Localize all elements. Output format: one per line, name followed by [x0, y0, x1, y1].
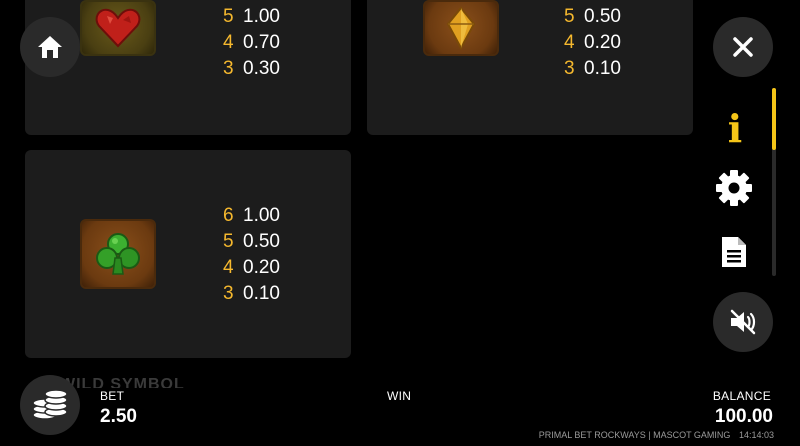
- ruby-heart-icon: [80, 0, 156, 56]
- scrollbar[interactable]: [772, 88, 776, 276]
- symbol-count: 3: [564, 58, 575, 79]
- paytable-values: 5 0.50 4 0.20 3 0.10: [564, 4, 621, 82]
- symbol-count: 5: [223, 6, 234, 27]
- paytable-row: 5 1.00: [223, 4, 280, 30]
- section-heading: WILD SYMBOL: [60, 376, 185, 388]
- game-info: PRIMAL BET ROCKWAYS | MASCOT GAMING: [538, 430, 731, 440]
- payout-value: 0.20: [243, 257, 280, 278]
- payout-value: 0.50: [584, 6, 621, 27]
- paytable-row: 3 0.10: [223, 281, 280, 307]
- speaker-muted-icon: [730, 309, 756, 335]
- paytable-row: 5 0.50: [564, 4, 621, 30]
- symbol-count: 4: [223, 32, 234, 53]
- gear-icon: [716, 170, 752, 206]
- paytable-row: 4 0.70: [223, 30, 280, 56]
- payout-value: 0.50: [243, 231, 280, 252]
- bet-label: BET: [100, 389, 125, 403]
- bet-value: 2.50: [100, 406, 137, 427]
- paytable-values: 6 1.00 5 0.50 4 0.20 3 0.10: [223, 203, 280, 307]
- close-icon: [733, 37, 753, 57]
- close-button[interactable]: [713, 17, 773, 77]
- payout-value: 0.20: [584, 32, 621, 53]
- symbol-count: 3: [223, 283, 234, 304]
- scrollbar-thumb[interactable]: [772, 88, 776, 150]
- paytable-row: 3 0.30: [223, 56, 280, 82]
- info-tab[interactable]: i: [718, 105, 752, 151]
- symbol-count: 3: [223, 58, 234, 79]
- payout-value: 0.30: [243, 58, 280, 79]
- payout-value: 1.00: [243, 6, 280, 27]
- rules-tab[interactable]: [718, 232, 750, 272]
- payout-value: 1.00: [243, 205, 280, 226]
- settings-tab[interactable]: [714, 168, 754, 208]
- paytable-row: 4 0.20: [223, 255, 280, 281]
- paytable-card-heart: 5 1.00 4 0.70 3 0.30: [25, 0, 351, 135]
- balance-value: 100.00: [714, 406, 773, 427]
- symbol-count: 5: [223, 231, 234, 252]
- win-label: WIN: [387, 389, 412, 403]
- home-button[interactable]: [20, 17, 80, 77]
- bet-selector-button[interactable]: [20, 375, 80, 435]
- payout-value: 0.10: [584, 58, 621, 79]
- paytable-row: 6 1.00: [223, 203, 280, 229]
- symbol-count: 5: [564, 6, 575, 27]
- document-icon: [722, 237, 746, 267]
- footer: PRIMAL BET ROCKWAYS | MASCOT GAMING 14:1…: [533, 430, 774, 440]
- paytable-values: 5 1.00 4 0.70 3 0.30: [223, 4, 280, 82]
- sound-toggle-button[interactable]: [713, 292, 773, 352]
- home-icon: [38, 36, 62, 58]
- info-icon: i: [727, 105, 743, 151]
- paytable-row: 3 0.10: [564, 56, 621, 82]
- amber-diamond-icon: [423, 0, 499, 56]
- coin-stack-icon: [32, 389, 68, 420]
- balance-label: BALANCE: [712, 389, 771, 403]
- symbol-count: 4: [223, 257, 234, 278]
- emerald-club-icon: [80, 219, 156, 289]
- paytable-row: 5 0.50: [223, 229, 280, 255]
- clock: 14:14:03: [738, 430, 774, 440]
- paytable-card-diamond: 5 0.50 4 0.20 3 0.10: [367, 0, 693, 135]
- payout-value: 0.70: [243, 32, 280, 53]
- symbol-count: 4: [564, 32, 575, 53]
- paytable-row: 4 0.20: [564, 30, 621, 56]
- paytable-card-club: 6 1.00 5 0.50 4 0.20 3 0.10: [25, 150, 351, 358]
- payout-value: 0.10: [243, 283, 280, 304]
- symbol-count: 6: [223, 205, 234, 226]
